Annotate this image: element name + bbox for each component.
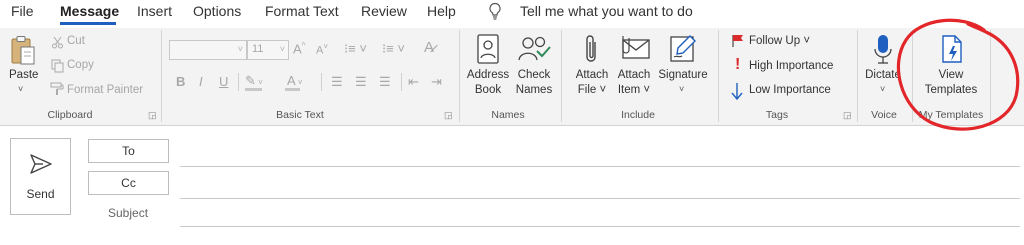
tags-dialog-launcher[interactable]: ◲ <box>843 110 852 121</box>
tell-me-search[interactable]: Tell me what you want to do <box>520 3 693 19</box>
font-color-bar <box>285 88 300 91</box>
chevron-down-icon: ˅ <box>279 44 285 54</box>
subject-label: Subject <box>108 206 149 220</box>
attach-item-icon[interactable] <box>617 34 651 67</box>
font-color-icon[interactable]: A ˅ <box>287 73 303 88</box>
address-book-label-2: Book <box>474 84 502 96</box>
attach-item-label-1: Attach <box>617 69 651 81</box>
font-size-box[interactable]: 11 ˅ <box>247 40 289 60</box>
tab-message[interactable]: Message <box>60 3 119 19</box>
high-importance-button[interactable]: High Importance <box>749 60 833 72</box>
shrink-font-icon[interactable]: A˅ <box>316 42 328 57</box>
font-size-value: 11 <box>252 43 264 55</box>
divider <box>238 73 239 91</box>
address-book-icon[interactable] <box>476 33 500 70</box>
tab-insert[interactable]: Insert <box>137 3 172 19</box>
grow-font-icon[interactable]: A^ <box>293 41 305 56</box>
decrease-indent-icon[interactable]: ⇤ <box>408 74 419 90</box>
tab-help[interactable]: Help <box>427 3 456 19</box>
annotation-circle <box>896 18 1020 131</box>
basic-text-dialog-launcher[interactable]: ◲ <box>444 110 453 121</box>
group-separator <box>857 30 858 122</box>
active-tab-indicator <box>60 22 116 25</box>
tab-format-text[interactable]: Format Text <box>265 3 339 19</box>
paperclip-icon[interactable] <box>584 33 600 70</box>
subject-field[interactable] <box>180 226 1020 227</box>
cut-button[interactable]: Cut <box>67 35 85 47</box>
group-separator <box>561 30 562 122</box>
check-names-label-2: Names <box>515 84 553 96</box>
high-importance-icon: ! <box>735 56 741 73</box>
send-icon <box>29 153 53 180</box>
address-book-label-1: Address <box>466 69 510 81</box>
lightbulb-icon[interactable] <box>488 2 502 25</box>
bold-icon[interactable]: B <box>176 74 185 89</box>
cc-button[interactable]: Cc <box>88 171 169 195</box>
follow-up-button[interactable]: Follow Up ˅ <box>749 35 810 47</box>
increase-indent-icon[interactable]: ⇥ <box>431 74 442 90</box>
divider <box>401 73 402 91</box>
low-importance-button[interactable]: Low Importance <box>749 84 831 96</box>
to-field[interactable] <box>180 166 1020 167</box>
check-names-button[interactable]: Check Names <box>512 68 556 98</box>
group-separator <box>161 30 162 122</box>
scissors-icon <box>51 36 64 54</box>
signature-dropdown-arrow[interactable]: ˅ <box>679 84 684 94</box>
copy-icon <box>51 59 64 78</box>
names-group-label: Names <box>491 109 525 121</box>
cc-field[interactable] <box>180 198 1020 199</box>
divider <box>321 73 322 91</box>
flag-icon <box>731 34 745 53</box>
format-painter-button[interactable]: Format Painter <box>67 84 143 96</box>
align-left-icon[interactable]: ☰ <box>331 74 343 90</box>
attach-file-label-1: Attach <box>575 69 609 81</box>
font-name-box[interactable]: ˅ <box>169 40 247 60</box>
send-label: Send <box>26 187 55 201</box>
low-importance-icon <box>731 82 743 105</box>
clipboard-group-label: Clipboard <box>47 109 93 121</box>
attach-file-label-2: File ˅ <box>577 84 607 96</box>
clear-formatting-icon[interactable]: A̷ <box>424 39 434 56</box>
paste-icon[interactable] <box>9 34 37 71</box>
attach-file-button[interactable]: Attach File ˅ <box>571 68 613 98</box>
signature-icon[interactable] <box>668 33 698 70</box>
tab-file[interactable]: File <box>11 3 34 19</box>
numbering-icon[interactable]: ⁝≡ ˅ <box>382 41 405 57</box>
paste-button[interactable]: Paste <box>9 68 38 83</box>
group-separator <box>459 30 460 122</box>
basic-text-group-label: Basic Text <box>276 109 324 121</box>
highlight-icon[interactable]: ✎ ˅ <box>245 73 263 89</box>
address-book-button[interactable]: Address Book <box>466 68 510 98</box>
copy-button[interactable]: Copy <box>67 59 94 71</box>
signature-button[interactable]: Signature <box>655 68 711 83</box>
align-right-icon[interactable]: ☰ <box>379 74 391 90</box>
attach-item-label-2: Item ˅ <box>617 84 651 96</box>
format-painter-icon <box>50 82 65 101</box>
attach-item-button[interactable]: Attach Item ˅ <box>613 68 655 98</box>
align-center-icon[interactable]: ☰ <box>355 74 367 90</box>
group-separator <box>718 30 719 122</box>
tags-group-label: Tags <box>765 109 789 121</box>
check-names-label-1: Check <box>517 69 551 81</box>
paste-dropdown-arrow[interactable]: ˅ <box>18 84 23 94</box>
chevron-down-icon: ˅ <box>237 44 243 54</box>
check-names-icon[interactable] <box>517 33 551 70</box>
underline-icon[interactable]: U <box>219 74 228 89</box>
to-button[interactable]: To <box>88 139 169 163</box>
tab-options[interactable]: Options <box>193 3 241 19</box>
send-button[interactable]: Send <box>10 138 71 215</box>
italic-icon[interactable]: I <box>199 74 203 89</box>
tab-review[interactable]: Review <box>361 3 407 19</box>
clipboard-dialog-launcher[interactable]: ◲ <box>148 110 157 121</box>
highlight-color-bar <box>245 88 262 91</box>
include-group-label: Include <box>621 109 655 121</box>
bullets-icon[interactable]: ⁝≡ ˅ <box>344 41 367 57</box>
